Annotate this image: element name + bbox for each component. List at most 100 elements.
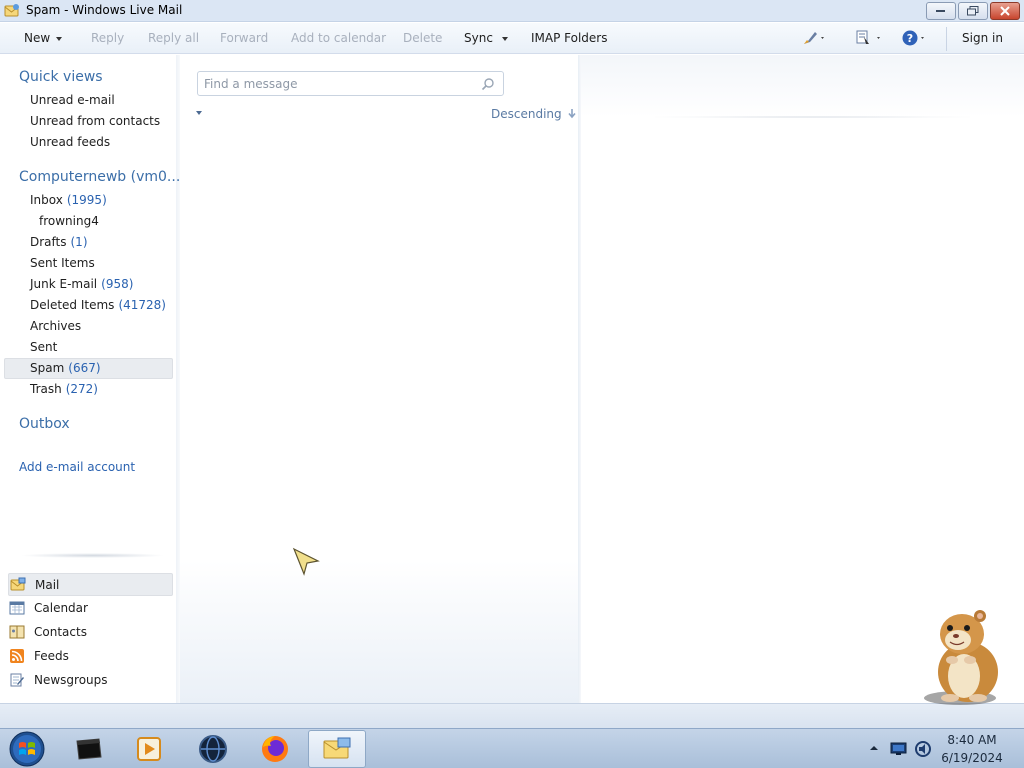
minimize-button[interactable] [926, 2, 956, 20]
folder-count: (41728) [118, 298, 166, 312]
taskbar-terminal[interactable] [60, 730, 118, 768]
folder-count: (1995) [66, 193, 107, 207]
sort-order-button[interactable]: Descending [491, 107, 577, 121]
module-divider [20, 553, 165, 558]
search-input[interactable] [204, 75, 474, 93]
new-label: New [24, 31, 51, 45]
imap-folders-button[interactable]: IMAP Folders [531, 31, 608, 45]
folder-trash[interactable]: Trash (272) [30, 382, 98, 396]
module-label: Feeds [34, 649, 69, 663]
folder-label: Spam [30, 361, 65, 375]
add-email-account-link[interactable]: Add e-mail account [19, 460, 135, 474]
hamster-desktop-pet-icon[interactable] [920, 604, 1010, 708]
reply-all-button[interactable]: Reply all [148, 31, 199, 45]
quick-view-unread-from-contacts[interactable]: Unread from contacts [30, 114, 160, 128]
window-title: Spam - Windows Live Mail [26, 3, 183, 17]
folder-count: (958) [101, 277, 134, 291]
search-icon[interactable] [481, 77, 495, 91]
taskbar-web-browser[interactable] [184, 730, 242, 768]
module-label: Mail [35, 578, 60, 592]
restore-icon [967, 6, 979, 16]
folder-label: Archives [30, 319, 82, 333]
folder-deleted-items[interactable]: Deleted Items (41728) [30, 298, 166, 312]
folder-archives[interactable]: Archives [30, 319, 81, 333]
chevron-down-icon [501, 36, 508, 41]
new-button[interactable]: New [24, 31, 63, 45]
folder-label: frowning4 [39, 214, 99, 228]
taskbar-windows-live-mail[interactable] [308, 730, 366, 768]
outbox-header[interactable]: Outbox [19, 416, 70, 432]
media-player-icon [137, 737, 161, 761]
reading-pane-divider [655, 116, 970, 118]
account-header[interactable]: Computernewb (vm0... [19, 169, 180, 185]
search-box[interactable] [197, 71, 504, 96]
folder-label: Drafts [30, 235, 67, 249]
folder-label: Junk E-mail [30, 277, 98, 291]
folder-label: Deleted Items [30, 298, 115, 312]
web-browser-icon [199, 735, 227, 763]
minimize-icon [936, 10, 945, 12]
help-icon: ? [902, 30, 924, 46]
taskbar-firefox[interactable] [246, 730, 304, 768]
module-label: Calendar [34, 601, 88, 615]
clock-time[interactable]: 8:40 AM [940, 733, 1004, 747]
toolbar-separator [946, 27, 947, 51]
folder-count: (1) [70, 235, 88, 249]
clock-date[interactable]: 6/19/2024 [940, 751, 1004, 765]
add-to-calendar-button[interactable]: Add to calendar [291, 31, 386, 45]
module-calendar[interactable]: Calendar [8, 597, 173, 620]
close-button[interactable] [990, 2, 1020, 20]
quick-views-header[interactable]: Quick views [19, 69, 103, 85]
folder-label: Inbox [30, 193, 63, 207]
module-contacts[interactable]: Contacts [8, 621, 173, 644]
svg-text:?: ? [907, 32, 913, 45]
contacts-icon [9, 625, 25, 639]
folder-label: Trash [30, 382, 62, 396]
mail-icon [10, 577, 26, 591]
mouse-cursor-icon [292, 547, 320, 576]
restore-button[interactable] [958, 2, 988, 20]
terminal-icon [76, 738, 102, 760]
folder-junk-email[interactable]: Junk E-mail (958) [30, 277, 133, 291]
forward-button[interactable]: Forward [220, 31, 268, 45]
taskbar-media-player[interactable] [120, 730, 178, 768]
network-icon[interactable] [889, 742, 909, 756]
paint-brush-icon [804, 32, 824, 44]
folder-inbox[interactable]: Inbox (1995) [30, 193, 107, 207]
status-bar [0, 703, 1024, 728]
folder-sent[interactable]: Sent [30, 340, 57, 354]
chevron-down-icon [56, 36, 63, 41]
delete-button[interactable]: Delete [403, 31, 442, 45]
help-button[interactable]: ? [901, 29, 924, 47]
folder-frowning4[interactable]: frowning4 [39, 214, 99, 228]
toolbar: New Reply Reply all Forward Add to calen… [0, 23, 1024, 54]
newsgroups-icon [10, 673, 24, 687]
sync-label: Sync [464, 31, 493, 45]
volume-icon[interactable] [914, 740, 932, 758]
rss-icon [10, 649, 24, 663]
layout-button[interactable] [855, 29, 880, 47]
message-list-pane[interactable] [180, 55, 579, 703]
sync-button[interactable]: Sync [464, 31, 508, 45]
folder-sent-items[interactable]: Sent Items [30, 256, 95, 270]
module-newsgroups[interactable]: Newsgroups [8, 669, 173, 692]
sort-by-dropdown-icon[interactable] [196, 111, 202, 115]
firefox-icon [262, 736, 288, 762]
module-label: Newsgroups [34, 673, 108, 687]
paint-brush-button[interactable] [802, 29, 824, 47]
quick-view-unread-email[interactable]: Unread e-mail [30, 93, 115, 107]
folder-spam[interactable]: Spam (667) [30, 361, 101, 375]
start-button[interactable] [4, 729, 50, 768]
module-mail[interactable]: Mail [8, 573, 173, 596]
module-feeds[interactable]: Feeds [8, 645, 173, 668]
folder-drafts[interactable]: Drafts (1) [30, 235, 88, 249]
quick-view-unread-feeds[interactable]: Unread feeds [30, 135, 110, 149]
sign-in-button[interactable]: Sign in [962, 31, 1003, 45]
calendar-icon [9, 601, 25, 615]
folder-count: (667) [68, 361, 101, 375]
module-label: Contacts [34, 625, 87, 639]
reply-button[interactable]: Reply [91, 31, 124, 45]
folder-label: Sent [30, 340, 58, 354]
show-hidden-icons-icon[interactable] [868, 741, 880, 755]
windows-live-mail-icon [323, 737, 351, 759]
